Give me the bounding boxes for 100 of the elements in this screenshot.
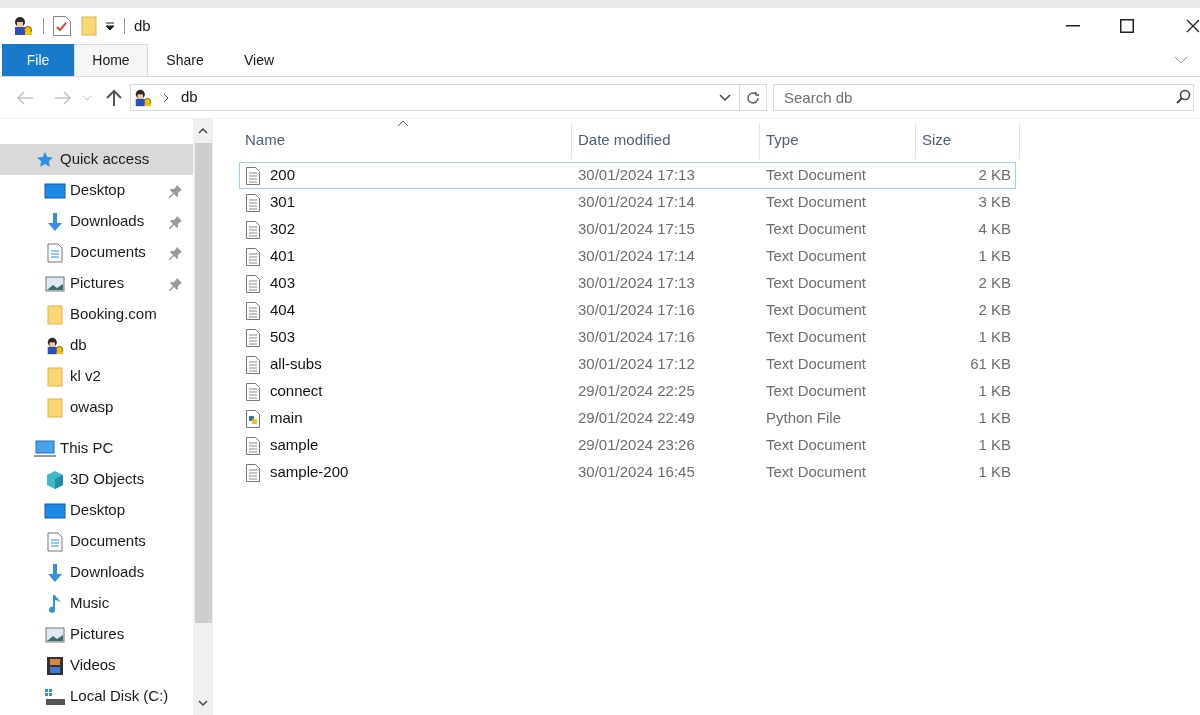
search-field[interactable]: Search db xyxy=(773,84,1194,111)
type-cell-text: Text Document xyxy=(766,165,868,186)
scroll-thumb[interactable] xyxy=(194,143,212,623)
picture-icon xyxy=(45,275,65,292)
sidebar-label: Local Disk (C:) xyxy=(70,686,170,707)
sidebar-label: 3D Objects xyxy=(70,469,146,490)
file-row[interactable]: 302 30/01/2024 17:15 Text Document 4 KB xyxy=(239,216,1016,243)
file-row[interactable]: 401 30/01/2024 17:14 Text Document 1 KB xyxy=(239,243,1016,270)
sort-ascending-icon xyxy=(397,120,409,127)
sidebar-item[interactable]: Pictures xyxy=(0,268,193,299)
sidebar-item[interactable]: Music xyxy=(0,588,193,619)
text-file-icon xyxy=(246,463,260,482)
file-row[interactable]: sample-200 30/01/2024 16:45 Text Document 1 KB xyxy=(239,459,1016,486)
dropdown-icon[interactable] xyxy=(105,21,115,31)
column-header[interactable]: Name xyxy=(239,123,572,159)
sidebar-item[interactable]: Desktop xyxy=(0,175,193,206)
size-cell-text: 4 KB xyxy=(977,219,1012,240)
file-row[interactable]: main 29/01/2024 22:49 Python File 1 KB xyxy=(239,405,1016,432)
column-header[interactable]: Type xyxy=(760,123,916,159)
sidebar-item[interactable]: Downloads xyxy=(0,206,193,237)
file-row[interactable]: 403 30/01/2024 17:13 Text Document 2 KB xyxy=(239,270,1016,297)
file-row[interactable]: 200 30/01/2024 17:13 Text Document 2 KB xyxy=(239,162,1016,189)
sidebar-item[interactable]: db xyxy=(0,330,193,361)
file-name: 503 xyxy=(270,327,296,348)
file-name: 200 xyxy=(270,165,296,186)
size-cell-text: 3 KB xyxy=(977,192,1012,213)
file-row[interactable]: 301 30/01/2024 17:14 Text Document 3 KB xyxy=(239,189,1016,216)
file-row[interactable]: sample 29/01/2024 23:26 Text Document 1 KB xyxy=(239,432,1016,459)
sidebar-item[interactable]: Quick access xyxy=(0,144,193,175)
sidebar-item[interactable]: owasp xyxy=(0,392,193,423)
scroll-down-icon[interactable] xyxy=(198,699,208,707)
file-row[interactable]: 503 30/01/2024 17:16 Text Document 1 KB xyxy=(239,324,1016,351)
sidebar-label: Downloads xyxy=(70,211,146,232)
refresh-button[interactable] xyxy=(740,84,767,111)
sidebar-item[interactable]: Desktop xyxy=(0,495,193,526)
sidebar-label: Music xyxy=(70,593,111,614)
maximize-icon xyxy=(1120,19,1134,33)
column-header[interactable]: Size xyxy=(916,123,1020,159)
address-field[interactable]: db xyxy=(130,84,740,111)
file-row[interactable]: all-subs 30/01/2024 17:12 Text Document 61 KB xyxy=(239,351,1016,378)
text-file-icon xyxy=(246,328,260,347)
file-row[interactable]: connect 29/01/2024 22:25 Text Document 1 KB xyxy=(239,378,1016,405)
person-key-icon xyxy=(12,15,34,37)
scrollbar[interactable] xyxy=(193,119,213,715)
sidebar-item[interactable]: Booking.com xyxy=(0,299,193,330)
sidebar-label: kl v2 xyxy=(70,366,102,387)
chevron-down-icon[interactable] xyxy=(719,93,731,102)
sidebar-label: Pictures xyxy=(70,624,126,645)
type-cell-text: Text Document xyxy=(766,300,868,321)
sidebar-label: db xyxy=(70,335,88,356)
monitor-icon xyxy=(44,502,66,519)
sidebar-label: This PC xyxy=(60,438,115,459)
text-file-icon xyxy=(246,382,260,401)
file-name: sample-200 xyxy=(270,462,349,483)
close-icon xyxy=(1186,19,1200,33)
date-cell-text: 30/01/2024 17:15 xyxy=(578,219,696,240)
sidebar-item[interactable]: Downloads xyxy=(0,557,193,588)
sidebar-item[interactable]: Pictures xyxy=(0,619,193,650)
search-icon xyxy=(1175,89,1191,105)
sidebar-item[interactable]: 3D Objects xyxy=(0,464,193,495)
size-cell-text: 1 KB xyxy=(977,435,1012,456)
column-header[interactable]: Date modified xyxy=(572,123,760,159)
ribbon-tab[interactable]: View xyxy=(222,44,296,76)
size-cell-text: 1 KB xyxy=(977,381,1012,402)
sidebar-item[interactable]: Documents xyxy=(0,526,193,557)
text-file-icon xyxy=(246,193,260,212)
sidebar-item[interactable]: This PC xyxy=(0,433,193,464)
sidebar-label: Booking.com xyxy=(70,304,158,325)
sidebar-item[interactable]: Documents xyxy=(0,237,193,268)
text-file-icon xyxy=(246,247,260,266)
ribbon-tab[interactable]: File xyxy=(2,44,74,76)
sidebar-label: Videos xyxy=(70,655,117,676)
file-row[interactable]: 404 30/01/2024 17:16 Text Document 2 KB xyxy=(239,297,1016,324)
minimize-icon xyxy=(1066,25,1080,27)
ribbon-tab[interactable]: Home xyxy=(74,44,148,76)
sidebar-label: Quick access xyxy=(60,149,151,170)
film-icon xyxy=(46,655,64,676)
sidebar-label: Downloads xyxy=(70,562,146,583)
properties-icon[interactable] xyxy=(53,16,71,36)
sidebar-item[interactable]: kl v2 xyxy=(0,361,193,392)
text-file-icon xyxy=(246,274,260,293)
sidebar-item[interactable]: Local Disk (C:) xyxy=(0,681,193,712)
up-arrow-icon[interactable] xyxy=(106,88,122,107)
scroll-up-icon[interactable] xyxy=(198,127,208,135)
file-name: 403 xyxy=(270,273,296,294)
ribbon-tab[interactable]: Share xyxy=(148,44,222,76)
sidebar-item[interactable]: Videos xyxy=(0,650,193,681)
text-file-icon xyxy=(246,301,260,320)
python-file-icon xyxy=(246,409,260,428)
file-name: 301 xyxy=(270,192,296,213)
size-cell-text: 2 KB xyxy=(977,273,1012,294)
date-cell-text: 30/01/2024 17:13 xyxy=(578,273,696,294)
size-cell-text: 1 KB xyxy=(977,246,1012,267)
type-cell-text: Text Document xyxy=(766,462,868,483)
type-cell-text: Text Document xyxy=(766,327,868,348)
file-name: 302 xyxy=(270,219,296,240)
picture-icon xyxy=(45,626,65,643)
type-cell-text: Python File xyxy=(766,408,843,429)
date-cell-text: 30/01/2024 16:45 xyxy=(578,462,696,483)
person-key-icon xyxy=(45,335,65,356)
